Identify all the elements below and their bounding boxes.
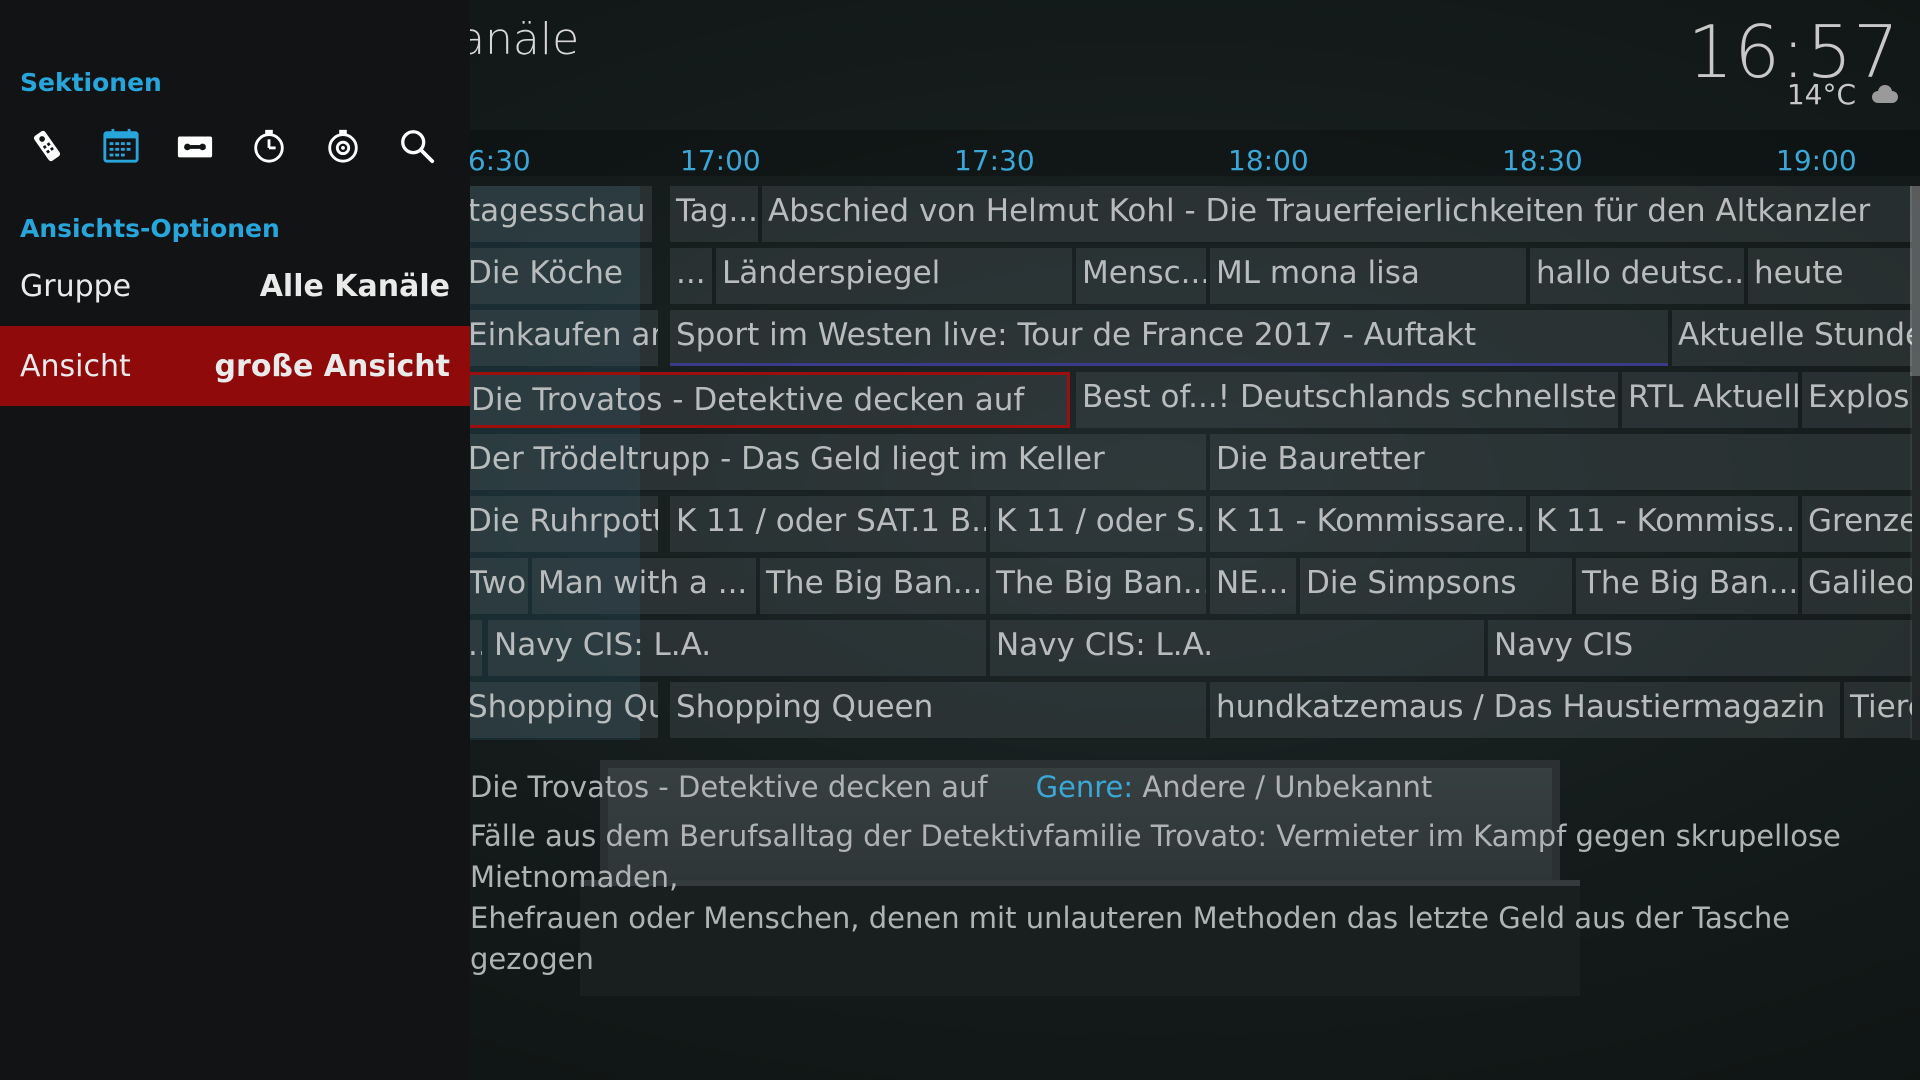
- scrollbar-thumb[interactable]: [1910, 186, 1920, 376]
- program-title: Die Trovatos - Detektive decken auf: [470, 770, 988, 804]
- program-cell[interactable]: K 11 - Kommissare...: [1210, 496, 1526, 552]
- temperature: 14°C: [1786, 78, 1856, 111]
- guide-row: Die Köche ... Länderspiegel Mensc... ML …: [462, 248, 1912, 304]
- program-genre: Genre: Andere / Unbekannt: [1036, 770, 1433, 804]
- time-slot: 17:00: [680, 144, 761, 177]
- sections-heading: Sektionen: [20, 68, 162, 97]
- program-cell[interactable]: Two and a h...: [462, 558, 528, 614]
- guide-row: tagesschau Tag... Abschied von Helmut Ko…: [462, 186, 1912, 242]
- program-cell[interactable]: Die Köche: [462, 248, 652, 304]
- time-slot: 17:30: [954, 144, 1035, 177]
- guide-row: ... Navy CIS: L.A. Navy CIS: L.A. Navy C…: [462, 620, 1912, 676]
- weather-info: 14°C: [1787, 78, 1900, 111]
- guide-row: Der Trödeltrupp - Das Geld liegt im Kell…: [462, 434, 1912, 490]
- program-cell[interactable]: Tag...: [670, 186, 758, 242]
- program-cell[interactable]: Best of...! Deutschlands schnellste ...: [1076, 372, 1618, 428]
- program-cell[interactable]: Die Ruhrpottwache: [462, 496, 658, 552]
- program-cell[interactable]: ...: [670, 248, 712, 304]
- menu-item-view[interactable]: Ansicht große Ansicht: [0, 326, 470, 406]
- program-cell[interactable]: NE...: [1210, 558, 1296, 614]
- view-options-heading: Ansichts-Optionen: [20, 214, 280, 243]
- program-cell[interactable]: tagesschau: [462, 186, 652, 242]
- guide-scrollbar[interactable]: [1910, 186, 1920, 740]
- time-slot: 18:00: [1228, 144, 1309, 177]
- timer-settings-icon[interactable]: [324, 126, 398, 166]
- menu-item-value: große Ansicht: [214, 348, 450, 384]
- program-cell[interactable]: The Big Ban...: [1576, 558, 1798, 614]
- program-cell[interactable]: The Big Ban...: [760, 558, 986, 614]
- menu-item-label: Ansicht: [20, 348, 131, 384]
- genre-value: Andere / Unbekannt: [1142, 770, 1433, 804]
- program-cell[interactable]: Galileo: [1802, 558, 1912, 614]
- menu-item-group[interactable]: Gruppe Alle Kanäle: [0, 246, 470, 326]
- program-cell[interactable]: Die Simpsons: [1300, 558, 1572, 614]
- calendar-icon[interactable]: [102, 126, 176, 166]
- program-cell[interactable]: ML mona lisa: [1210, 248, 1526, 304]
- timer-icon[interactable]: [250, 126, 324, 166]
- program-cell-selected[interactable]: Die Trovatos - Detektive decken auf: [462, 372, 1070, 428]
- remote-icon[interactable]: [28, 126, 102, 166]
- guide-row: Shopping Queen Shopping Queen hundkatzem…: [462, 682, 1912, 738]
- program-cell[interactable]: Mensc...: [1076, 248, 1206, 304]
- program-info-panel: Die Trovatos - Detektive decken auf Genr…: [470, 770, 1890, 980]
- description-line: Ehefrauen oder Menschen, denen mit unlau…: [470, 901, 1791, 976]
- cloud-icon: [1868, 84, 1900, 105]
- program-cell[interactable]: hallo deutsc...: [1530, 248, 1744, 304]
- menu-item-label: Gruppe: [20, 268, 132, 304]
- guide-row: Die Ruhrpottwache K 11 / oder SAT.1 B...…: [462, 496, 1912, 552]
- menu-item-value: Alle Kanäle: [259, 268, 450, 304]
- program-cell[interactable]: Einkaufen am Sams...: [462, 310, 658, 366]
- guide-row: Einkaufen am Sams... Sport im Westen liv…: [462, 310, 1912, 366]
- program-cell[interactable]: Navy CIS: [1488, 620, 1912, 676]
- description-line: Fälle aus dem Berufsalltag der Detektivf…: [470, 819, 1841, 894]
- program-cell[interactable]: hundkatzemaus / Das Haustiermagazin: [1210, 682, 1840, 738]
- cassette-icon[interactable]: [176, 126, 250, 166]
- genre-label: Genre:: [1035, 770, 1134, 804]
- program-cell[interactable]: The Big Ban...: [990, 558, 1206, 614]
- program-description: Fälle aus dem Berufsalltag der Detektivf…: [470, 816, 1890, 980]
- program-cell[interactable]: K 11 / oder S...: [990, 496, 1206, 552]
- guide-row: Die Trovatos - Detektive decken auf Best…: [462, 372, 1912, 428]
- program-cell[interactable]: K 11 / oder SAT.1 B...: [670, 496, 986, 552]
- program-cell[interactable]: Aktuelle Stunde: [1672, 310, 1912, 366]
- epg-grid: tagesschau Tag... Abschied von Helmut Ko…: [462, 186, 1912, 740]
- program-cell[interactable]: Sport im Westen live: Tour de France 201…: [670, 310, 1668, 366]
- program-cell[interactable]: Explosiv: [1802, 372, 1912, 428]
- program-cell[interactable]: RTL Aktuell: [1622, 372, 1798, 428]
- time-slot: 18:30: [1502, 144, 1583, 177]
- program-cell[interactable]: Navy CIS: L.A.: [488, 620, 986, 676]
- sections-icon-row: [28, 126, 472, 166]
- program-cell[interactable]: Abschied von Helmut Kohl - Die Trauerfei…: [762, 186, 1912, 242]
- program-cell[interactable]: Länderspiegel: [716, 248, 1072, 304]
- timeline-bar: 16:30 17:00 17:30 18:00 18:30 19:00: [450, 130, 1920, 177]
- program-cell[interactable]: heute: [1748, 248, 1912, 304]
- program-cell[interactable]: Die Bauretter: [1210, 434, 1912, 490]
- search-icon[interactable]: [398, 126, 472, 166]
- program-cell[interactable]: Tiere: [1844, 682, 1912, 738]
- side-menu: Sektionen Ansichts-Optionen Gruppe Alle …: [0, 0, 470, 1080]
- program-cell[interactable]: Grenzenlos: [1802, 496, 1912, 552]
- program-cell[interactable]: Shopping Queen: [462, 682, 658, 738]
- program-cell[interactable]: Navy CIS: L.A.: [990, 620, 1484, 676]
- program-cell[interactable]: Man with a ...: [532, 558, 756, 614]
- program-cell[interactable]: Shopping Queen: [670, 682, 1206, 738]
- program-cell[interactable]: K 11 - Kommiss...: [1530, 496, 1798, 552]
- guide-row: Two and a h... Man with a ... The Big Ba…: [462, 558, 1912, 614]
- program-cell[interactable]: Der Trödeltrupp - Das Geld liegt im Kell…: [462, 434, 1206, 490]
- time-slot: 19:00: [1776, 144, 1857, 177]
